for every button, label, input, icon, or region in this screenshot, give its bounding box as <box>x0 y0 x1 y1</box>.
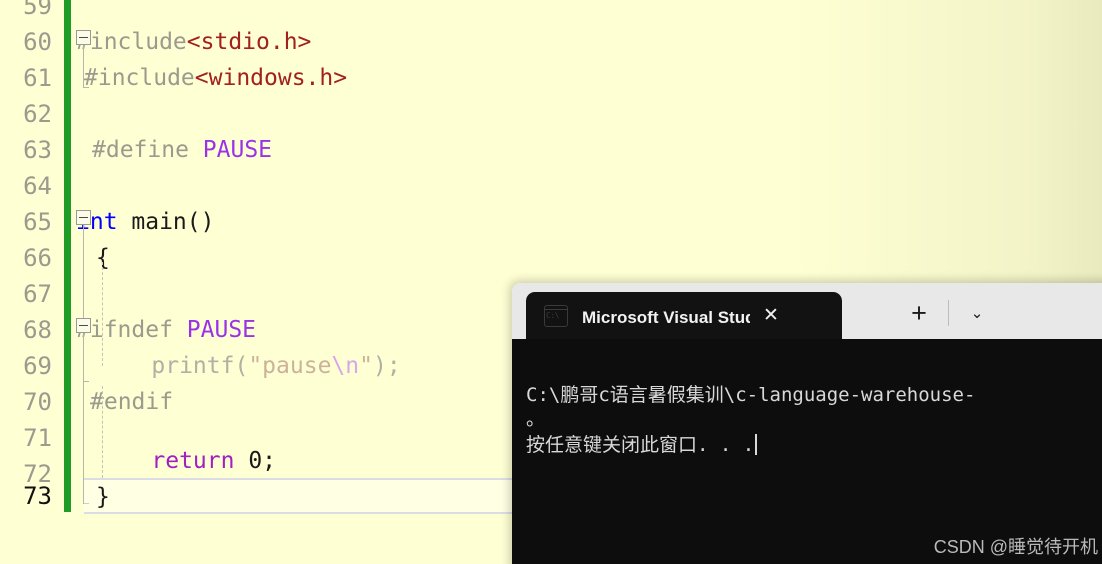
fold-guide-end <box>83 87 89 88</box>
code-line-73: } <box>96 479 110 515</box>
line-number: 64 <box>23 172 52 200</box>
fold-toggle-include[interactable] <box>76 30 91 45</box>
code-line-65: int main() <box>76 204 214 240</box>
line-number-gutter: 59 60 61 62 63 64 65 66 67 68 69 70 71 7… <box>0 0 58 564</box>
new-tab-button[interactable]: + <box>902 297 936 329</box>
code-token: printf( <box>96 353 249 379</box>
fold-guide <box>83 333 84 381</box>
terminal-titlebar[interactable]: Microsoft Visual Studio 调试控 ✕ + ⌄ <box>512 283 1102 339</box>
line-number: 67 <box>23 280 52 308</box>
line-number: 62 <box>23 100 52 128</box>
code-line-69: printf("pause\n"); <box>96 348 401 384</box>
fold-guide <box>83 225 84 321</box>
windows-terminal-window[interactable]: Microsoft Visual Studio 调试控 ✕ + ⌄ C:\鹏哥c… <box>512 283 1102 564</box>
screenshot-root: 59 60 61 62 63 64 65 66 67 68 69 70 71 7… <box>0 0 1102 564</box>
code-token: } <box>96 484 110 510</box>
code-token: #define <box>92 137 203 163</box>
code-token: "pause <box>248 353 332 379</box>
code-token: #include <box>76 29 187 55</box>
line-number: 71 <box>23 424 52 452</box>
code-line-60: #include<stdio.h> <box>76 24 311 60</box>
terminal-prompt-text: 按任意键关闭此窗口. . . <box>526 434 755 456</box>
terminal-output-line: 按任意键关闭此窗口. . . <box>526 431 758 460</box>
code-token: main() <box>117 209 215 235</box>
line-number: 63 <box>23 136 52 164</box>
indent-guide <box>102 262 103 366</box>
code-token: #include <box>84 65 195 91</box>
code-token: " <box>359 353 373 379</box>
line-number: 66 <box>23 244 52 272</box>
code-token: PAUSE <box>202 137 273 163</box>
code-token: <windows.h> <box>194 65 348 91</box>
fold-toggle-ifndef[interactable] <box>76 318 91 333</box>
code-line-63: #define PAUSE <box>92 132 272 168</box>
fold-guide <box>83 45 84 87</box>
terminal-output-line: C:\鹏哥c语言暑假集训\c-language-warehouse- <box>526 384 976 406</box>
text-cursor <box>755 434 758 455</box>
code-line-61: #include<windows.h> <box>84 60 347 96</box>
code-token: PAUSE <box>186 317 257 343</box>
line-number-current: 73 <box>23 482 52 510</box>
fold-toggle-main[interactable] <box>76 210 91 225</box>
code-token: \n <box>331 353 360 379</box>
console-icon <box>544 304 568 327</box>
terminal-output-line: 。 <box>526 408 546 430</box>
terminal-tab-title: Microsoft Visual Studio 调试控 <box>582 308 750 327</box>
code-token: 0; <box>234 448 277 474</box>
chevron-down-icon[interactable]: ⌄ <box>960 297 994 329</box>
terminal-tab[interactable]: Microsoft Visual Studio 调试控 ✕ <box>526 292 842 339</box>
code-token: return <box>96 448 235 474</box>
line-number: 60 <box>23 28 52 56</box>
line-number: 69 <box>23 352 52 380</box>
titlebar-divider <box>948 300 949 326</box>
code-token: <stdio.h> <box>186 29 312 55</box>
line-number: 65 <box>23 208 52 236</box>
code-token: ); <box>372 353 401 379</box>
code-line-72: return 0; <box>96 443 276 479</box>
code-line-68: #ifndef PAUSE <box>76 312 256 348</box>
change-margin-bar <box>64 0 71 512</box>
close-icon[interactable]: ✕ <box>756 301 786 331</box>
terminal-output-body[interactable]: C:\鹏哥c语言暑假集训\c-language-warehouse- 。 按任意… <box>512 339 1102 564</box>
code-token: #ifndef <box>76 317 187 343</box>
csdn-watermark: CSDN @睡觉待开机 <box>933 537 1098 557</box>
indent-guide <box>102 386 103 478</box>
line-number: 59 <box>23 0 52 20</box>
line-number: 68 <box>23 316 52 344</box>
line-number: 70 <box>23 388 52 416</box>
line-number: 61 <box>23 64 52 92</box>
